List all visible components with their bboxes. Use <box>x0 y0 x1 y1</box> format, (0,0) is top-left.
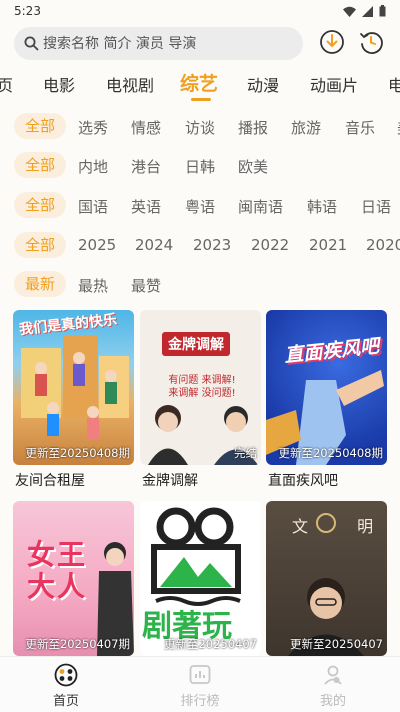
update-status: 更新至20250408期 <box>278 446 383 460</box>
show-card[interactable]: 剧著玩 更新至20250407 <box>140 501 261 656</box>
update-status: 更新至20250407 <box>289 637 383 651</box>
filter-option[interactable]: 港台 <box>131 156 161 177</box>
tab-movie[interactable]: 电影 <box>43 72 75 96</box>
nav-mine-label: 我的 <box>319 694 346 709</box>
poster-image: 剧著玩 更新至20250407 <box>140 501 261 656</box>
show-card[interactable]: 金牌调解 有问题 来调解! 来调解 没问题! 完结 金牌调解 <box>140 310 261 489</box>
filter-option[interactable]: 情感 <box>131 117 161 138</box>
tab-anime[interactable]: 动漫 <box>247 72 279 96</box>
filter-option[interactable]: 欧美 <box>238 156 268 177</box>
poster-image: 女王大人 更新至20250407期 <box>13 501 134 656</box>
tab-cartoon[interactable]: 动画片 <box>310 72 358 96</box>
search-icon <box>24 36 39 51</box>
tab-tv-series[interactable]: 电视剧 <box>106 72 154 96</box>
search-row: 搜索名称 简介 演员 导演 <box>14 26 386 60</box>
user-icon <box>324 665 342 685</box>
sort-option[interactable]: 最热 <box>78 275 108 296</box>
filter-option[interactable]: 内地 <box>78 156 108 177</box>
card-title: 直面疾风吧 <box>268 473 338 489</box>
filter-row-language: 全部 国语 英语 粤语 闽南语 韩语 日语 <box>0 190 400 220</box>
show-card[interactable]: 女王大人 更新至20250407期 <box>13 501 134 656</box>
category-tabs: 页 电影 电视剧 综艺 动漫 动画片 电 <box>0 66 400 102</box>
status-time: 5:23 <box>14 4 41 18</box>
show-card[interactable]: 直面疾风吧 更新至20250408期 直面疾风吧 <box>266 310 387 489</box>
filter-option[interactable]: 2021 <box>309 236 347 254</box>
poster-image: 我们是真的快乐 更新至20250408期 <box>13 310 134 465</box>
home-icon <box>54 663 78 687</box>
sort-chip-selected[interactable]: 最新 <box>14 271 67 297</box>
battery-icon <box>379 5 386 17</box>
filter-option[interactable]: 2022 <box>251 236 289 254</box>
filter-option[interactable]: 日语 <box>361 196 391 217</box>
nav-ranking[interactable]: 排行榜 <box>165 663 235 709</box>
filter-option[interactable]: 2024 <box>135 236 173 254</box>
filter-row-region: 全部 内地 港台 日韩 欧美 <box>0 150 400 180</box>
filter-option[interactable]: 韩语 <box>307 196 337 217</box>
show-card[interactable]: 我们是真的快乐 更新至20250408期 友间合租屋 <box>13 310 134 489</box>
poster-image: 金牌调解 有问题 来调解! 来调解 没问题! 完结 <box>140 310 261 465</box>
update-status: 更新至20250407 <box>163 637 257 651</box>
card-title: 金牌调解 <box>142 473 198 489</box>
wifi-icon <box>343 6 356 17</box>
poster-art <box>288 513 364 656</box>
filter-option[interactable]: 音乐 <box>345 117 375 138</box>
filter-option[interactable]: 粤语 <box>185 196 215 217</box>
filter-option[interactable]: 闽南语 <box>238 196 283 217</box>
bottom-nav: 首页 排行榜 我的 <box>0 656 400 712</box>
nav-ranking-label: 排行榜 <box>180 694 220 709</box>
nav-home-label: 首页 <box>52 694 79 709</box>
poster-image: 文 明 更新至20250407 <box>266 501 387 656</box>
poster-image: 直面疾风吧 更新至20250408期 <box>266 310 387 465</box>
filter-option[interactable]: 2020 <box>366 236 400 254</box>
update-status: 更新至20250408期 <box>25 446 130 460</box>
status-icons <box>343 5 386 17</box>
poster-art <box>148 405 258 465</box>
filter-chip-selected[interactable]: 全部 <box>14 232 67 258</box>
filter-option[interactable]: 选秀 <box>78 117 108 138</box>
ranking-icon <box>189 665 211 684</box>
sort-option[interactable]: 最赞 <box>131 275 161 296</box>
tab-home[interactable]: 页 <box>0 72 13 96</box>
filter-option[interactable]: 英语 <box>131 196 161 217</box>
poster-art <box>97 542 134 656</box>
filter-row-year: 全部 2025 2024 2023 2022 2021 2020 <box>0 230 400 260</box>
filter-row-sort: 最新 最热 最赞 <box>0 269 400 299</box>
filter-option[interactable]: 国语 <box>78 196 108 217</box>
filter-option[interactable]: 播报 <box>238 117 268 138</box>
filter-option[interactable]: 旅游 <box>291 117 321 138</box>
filter-chip-selected[interactable]: 全部 <box>14 152 67 178</box>
filter-chip-selected[interactable]: 全部 <box>14 113 67 139</box>
search-placeholder: 搜索名称 简介 演员 导演 <box>43 36 197 52</box>
update-status: 更新至20250407期 <box>25 637 130 651</box>
filter-option[interactable]: 访谈 <box>185 117 215 138</box>
signal-icon <box>362 5 373 17</box>
filter-chip-selected[interactable]: 全部 <box>14 192 67 218</box>
filter-option[interactable]: 2023 <box>193 236 231 254</box>
history-icon[interactable] <box>358 29 384 55</box>
status-bar: 5:23 <box>0 0 400 22</box>
tab-next[interactable]: 电 <box>388 72 400 96</box>
filter-row-type: 全部 选秀 情感 访谈 播报 旅游 音乐 美 <box>0 111 400 141</box>
filter-option[interactable]: 2025 <box>78 236 116 254</box>
tab-variety[interactable]: 综艺 <box>180 69 218 96</box>
download-icon[interactable] <box>319 29 345 55</box>
show-card[interactable]: 文 明 更新至20250407 <box>266 501 387 656</box>
card-title: 友间合租屋 <box>15 473 85 489</box>
filter-option[interactable]: 日韩 <box>185 156 215 177</box>
nav-home[interactable]: 首页 <box>31 663 101 709</box>
nav-mine[interactable]: 我的 <box>298 663 368 709</box>
search-input[interactable]: 搜索名称 简介 演员 导演 <box>14 26 303 60</box>
tab-indicator <box>191 98 211 101</box>
update-status: 完结 <box>234 446 257 460</box>
